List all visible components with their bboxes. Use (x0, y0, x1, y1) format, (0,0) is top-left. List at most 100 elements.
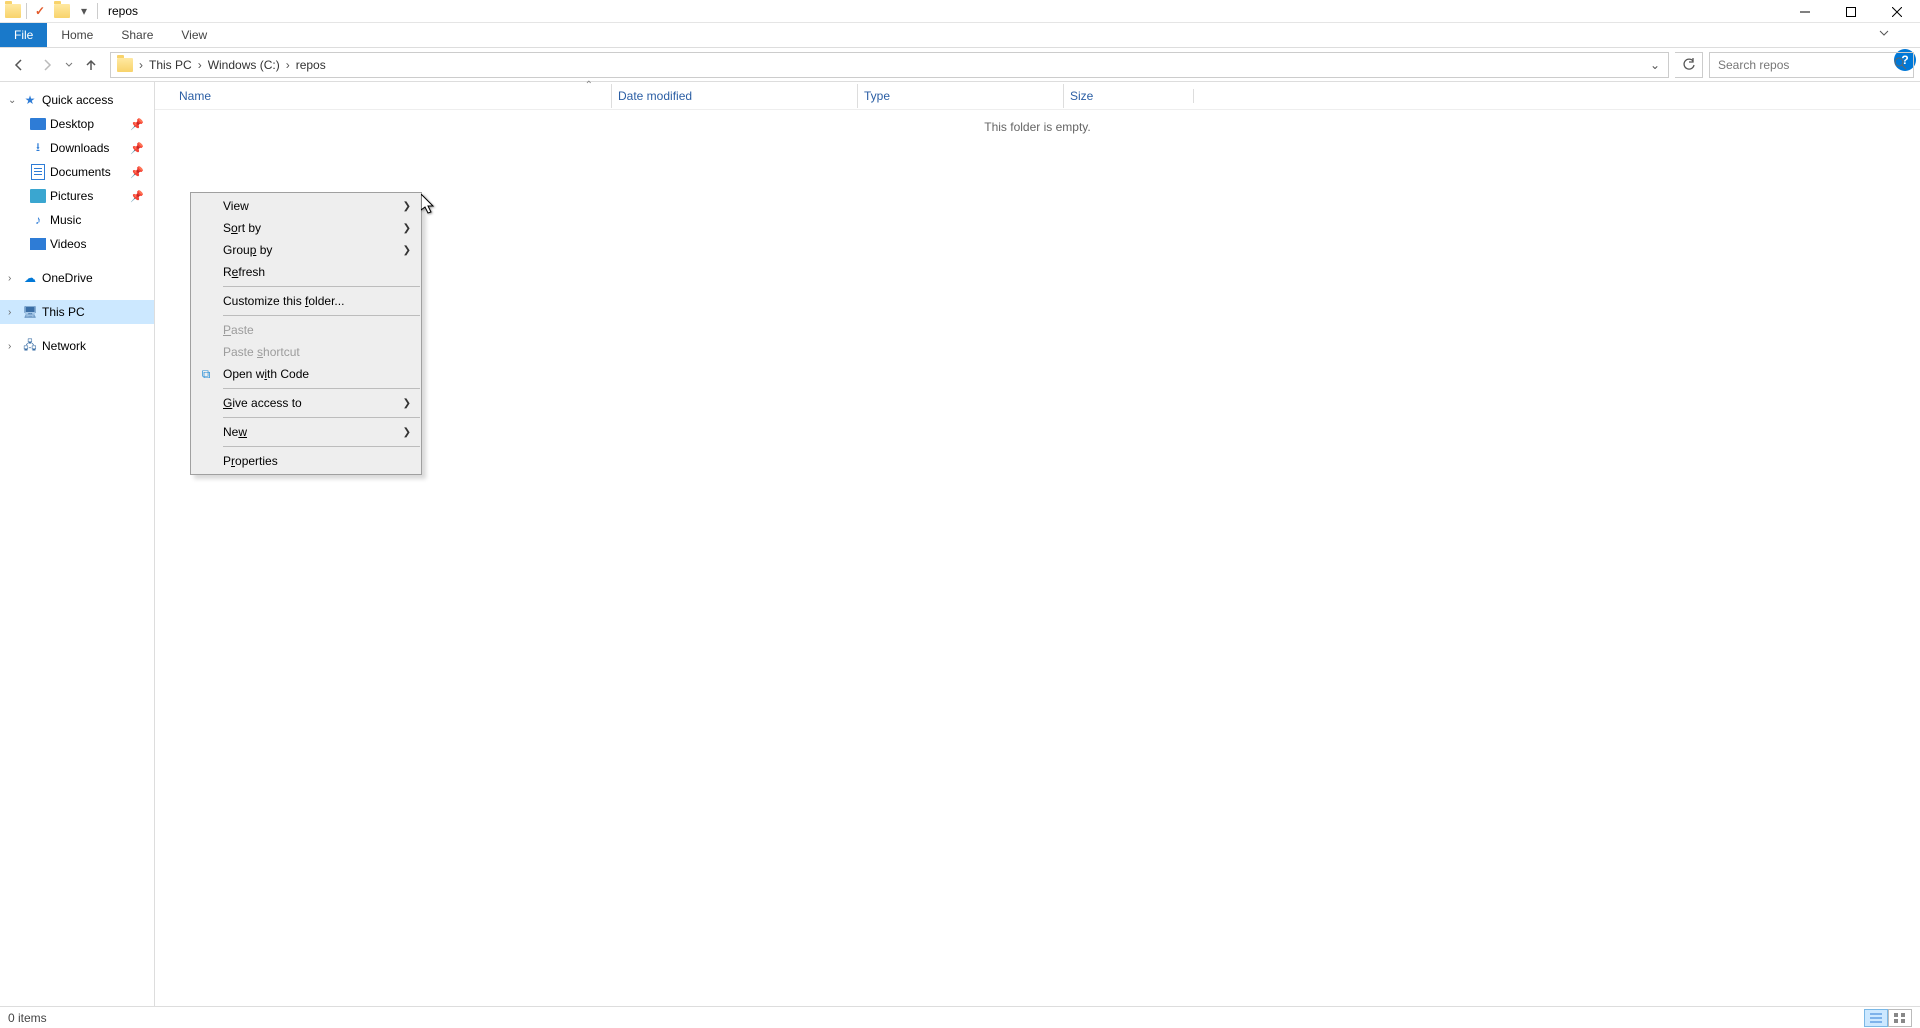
chevron-right-icon[interactable]: › (137, 58, 145, 72)
star-icon: ★ (22, 92, 38, 108)
search-input[interactable]: Search repos (1709, 52, 1914, 78)
tab-view[interactable]: View (167, 23, 221, 47)
window-title: repos (108, 4, 138, 18)
submenu-arrow-icon: ❯ (403, 223, 411, 234)
music-icon: ♪ (30, 212, 46, 228)
tree-label: Network (42, 339, 86, 353)
breadcrumb-this-pc[interactable]: This PC (145, 53, 196, 77)
tree-label: Pictures (50, 189, 93, 203)
search-icon (1894, 57, 1907, 73)
cloud-icon: ☁ (22, 270, 38, 286)
close-button[interactable] (1874, 0, 1920, 23)
chevron-right-icon[interactable]: › (196, 58, 204, 72)
column-size[interactable]: Size (1064, 89, 1194, 103)
tab-share[interactable]: Share (107, 23, 167, 47)
pin-icon: 📌 (130, 166, 144, 179)
status-bar: 0 items (0, 1006, 1920, 1028)
tree-label: OneDrive (42, 271, 93, 285)
pin-icon: 📌 (130, 142, 144, 155)
empty-folder-message: This folder is empty. (155, 120, 1920, 134)
context-menu: View ❯ Sort by ❯ Group by ❯ Refresh Cust… (190, 192, 422, 475)
pictures-icon (30, 188, 46, 204)
address-folder-icon[interactable] (113, 53, 137, 77)
tree-documents[interactable]: Documents 📌 (0, 160, 154, 184)
back-button[interactable] (6, 52, 32, 78)
menu-separator (223, 315, 420, 316)
ribbon-expand-icon[interactable] (1878, 27, 1890, 42)
tree-pictures[interactable]: Pictures 📌 (0, 184, 154, 208)
address-bar[interactable]: › This PC › Windows (C:) › repos ⌄ (110, 52, 1669, 78)
status-item-count: 0 items (8, 1011, 47, 1025)
chevron-right-icon[interactable]: › (8, 273, 18, 284)
tree-network[interactable]: › 🖧 Network (0, 334, 154, 358)
column-label: Type (864, 89, 890, 103)
large-icons-view-button[interactable] (1888, 1009, 1912, 1027)
network-icon: 🖧 (22, 338, 38, 354)
vscode-icon: ⧉ (197, 367, 215, 382)
navigation-bar: › This PC › Windows (C:) › repos ⌄ Searc… (0, 48, 1920, 82)
ctx-label: Sort by (223, 221, 261, 235)
dropdown-icon[interactable]: ⌄ (1648, 58, 1666, 72)
ctx-sort-by[interactable]: Sort by ❯ (191, 217, 421, 239)
details-view-button[interactable] (1864, 1009, 1888, 1027)
qat-customize-icon[interactable]: ▾ (75, 2, 93, 20)
refresh-button[interactable] (1675, 52, 1703, 78)
breadcrumb-windows-c[interactable]: Windows (C:) (204, 53, 284, 77)
column-headers: Name ⌃ Date modified Type Size (155, 82, 1920, 110)
downloads-icon: ⭳ (30, 140, 46, 156)
app-icon (4, 2, 22, 20)
tree-label: Downloads (50, 141, 109, 155)
ctx-view[interactable]: View ❯ (191, 195, 421, 217)
tree-music[interactable]: ♪ Music (0, 208, 154, 232)
column-name[interactable]: Name ⌃ (173, 89, 611, 103)
qat-newfolder-icon[interactable] (53, 2, 71, 20)
tree-desktop[interactable]: Desktop 📌 (0, 112, 154, 136)
chevron-right-icon[interactable]: › (8, 307, 18, 318)
tree-label: Documents (50, 165, 111, 179)
column-date[interactable]: Date modified (612, 89, 857, 103)
ctx-new[interactable]: New ❯ (191, 421, 421, 443)
tree-label: This PC (42, 305, 85, 319)
minimize-button[interactable] (1782, 0, 1828, 23)
forward-button[interactable] (34, 52, 60, 78)
pc-icon: 🖥 (22, 304, 38, 320)
ctx-group-by[interactable]: Group by ❯ (191, 239, 421, 261)
menu-separator (223, 417, 420, 418)
tree-label: Quick access (42, 93, 113, 107)
ctx-paste: Paste (191, 319, 421, 341)
ctx-label: Properties (223, 454, 278, 468)
ctx-label: New (223, 425, 247, 439)
tab-home[interactable]: Home (47, 23, 107, 47)
maximize-button[interactable] (1828, 0, 1874, 23)
chevron-right-icon[interactable]: › (8, 341, 18, 352)
ctx-refresh[interactable]: Refresh (191, 261, 421, 283)
submenu-arrow-icon: ❯ (403, 398, 411, 409)
breadcrumb-repos[interactable]: repos (292, 53, 330, 77)
chevron-down-icon[interactable]: ⌄ (8, 95, 18, 106)
ctx-open-with-code[interactable]: ⧉ Open with Code (191, 363, 421, 385)
ctx-give-access[interactable]: Give access to ❯ (191, 392, 421, 414)
ctx-label: Paste (223, 323, 254, 337)
pin-icon: 📌 (130, 190, 144, 203)
qat-properties-icon[interactable]: ✓ (31, 2, 49, 20)
separator (97, 3, 98, 19)
recent-locations-button[interactable] (62, 52, 76, 78)
tree-quick-access[interactable]: ⌄ ★ Quick access (0, 88, 154, 112)
ctx-label: Open with Code (223, 367, 309, 381)
tree-videos[interactable]: Videos (0, 232, 154, 256)
submenu-arrow-icon: ❯ (403, 201, 411, 212)
chevron-right-icon[interactable]: › (284, 58, 292, 72)
tree-onedrive[interactable]: › ☁ OneDrive (0, 266, 154, 290)
menu-separator (223, 286, 420, 287)
up-button[interactable] (78, 52, 104, 78)
column-label: Name (179, 89, 211, 103)
submenu-arrow-icon: ❯ (403, 245, 411, 256)
ctx-properties[interactable]: Properties (191, 450, 421, 472)
column-type[interactable]: Type (858, 89, 1063, 103)
ctx-customize[interactable]: Customize this folder... (191, 290, 421, 312)
tree-downloads[interactable]: ⭳ Downloads 📌 (0, 136, 154, 160)
separator (26, 3, 27, 19)
tree-this-pc[interactable]: › 🖥 This PC (0, 300, 154, 324)
ctx-label: Give access to (223, 396, 302, 410)
tab-file[interactable]: File (0, 23, 47, 47)
